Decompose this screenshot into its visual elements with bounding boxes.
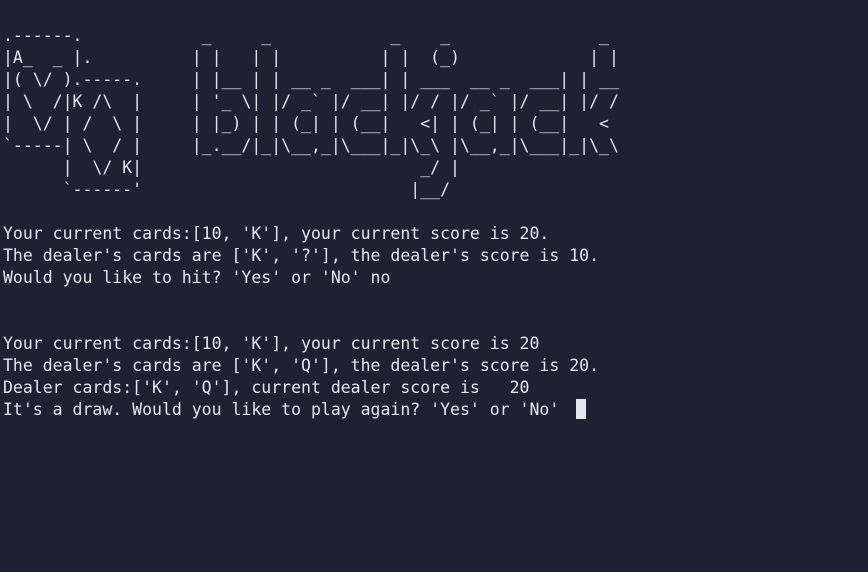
terminal-cursor[interactable] [576,399,587,419]
play-again-prompt-line[interactable]: It's a draw. Would you like to play agai… [3,399,868,421]
play-again-prompt-text: It's a draw. Would you like to play agai… [3,400,570,419]
round-1-output: Your current cards:[10, 'K'], your curre… [3,223,868,289]
art-line: `-----| \ / | |_.__/|_|\__,_|\___|_|\_\ … [3,136,619,155]
art-line: `------' |__/ [3,180,451,199]
blackjack-ascii-art: .------. _ _ _ _ _ |A_ _ |. | | | | | | … [3,25,868,201]
terminal-window[interactable]: .------. _ _ _ _ _ |A_ _ |. | | | | | | … [0,0,868,572]
art-line: | \/ K| _/ | [3,158,460,177]
art-line: .------. _ _ _ _ _ [3,26,609,45]
hit-prompt-line: Would you like to hit? 'Yes' or 'No' no [3,268,391,287]
dealer-final-line: Dealer cards:['K', 'Q'], current dealer … [3,378,530,397]
art-line: | \/ | / \ | | |_) | | (_| | (__| <| | (… [3,114,609,133]
art-line: |( \/ ).-----. | |__ | | __ _ ___| | ___… [3,70,619,89]
round-2-output: Your current cards:[10, 'K'], your curre… [3,333,868,421]
dealer-cards-line: The dealer's cards are ['K', '?'], the d… [3,246,600,265]
dealer-cards-line: The dealer's cards are ['K', 'Q'], the d… [3,356,600,375]
art-line: |A_ _ |. | | | | | | (_) | | [3,48,619,67]
player-cards-line: Your current cards:[10, 'K'], your curre… [3,224,550,243]
art-line: | \ /|K /\ | | '_ \| |/ _` |/ __| |/ / |… [3,92,619,111]
player-cards-line: Your current cards:[10, 'K'], your curre… [3,334,540,353]
